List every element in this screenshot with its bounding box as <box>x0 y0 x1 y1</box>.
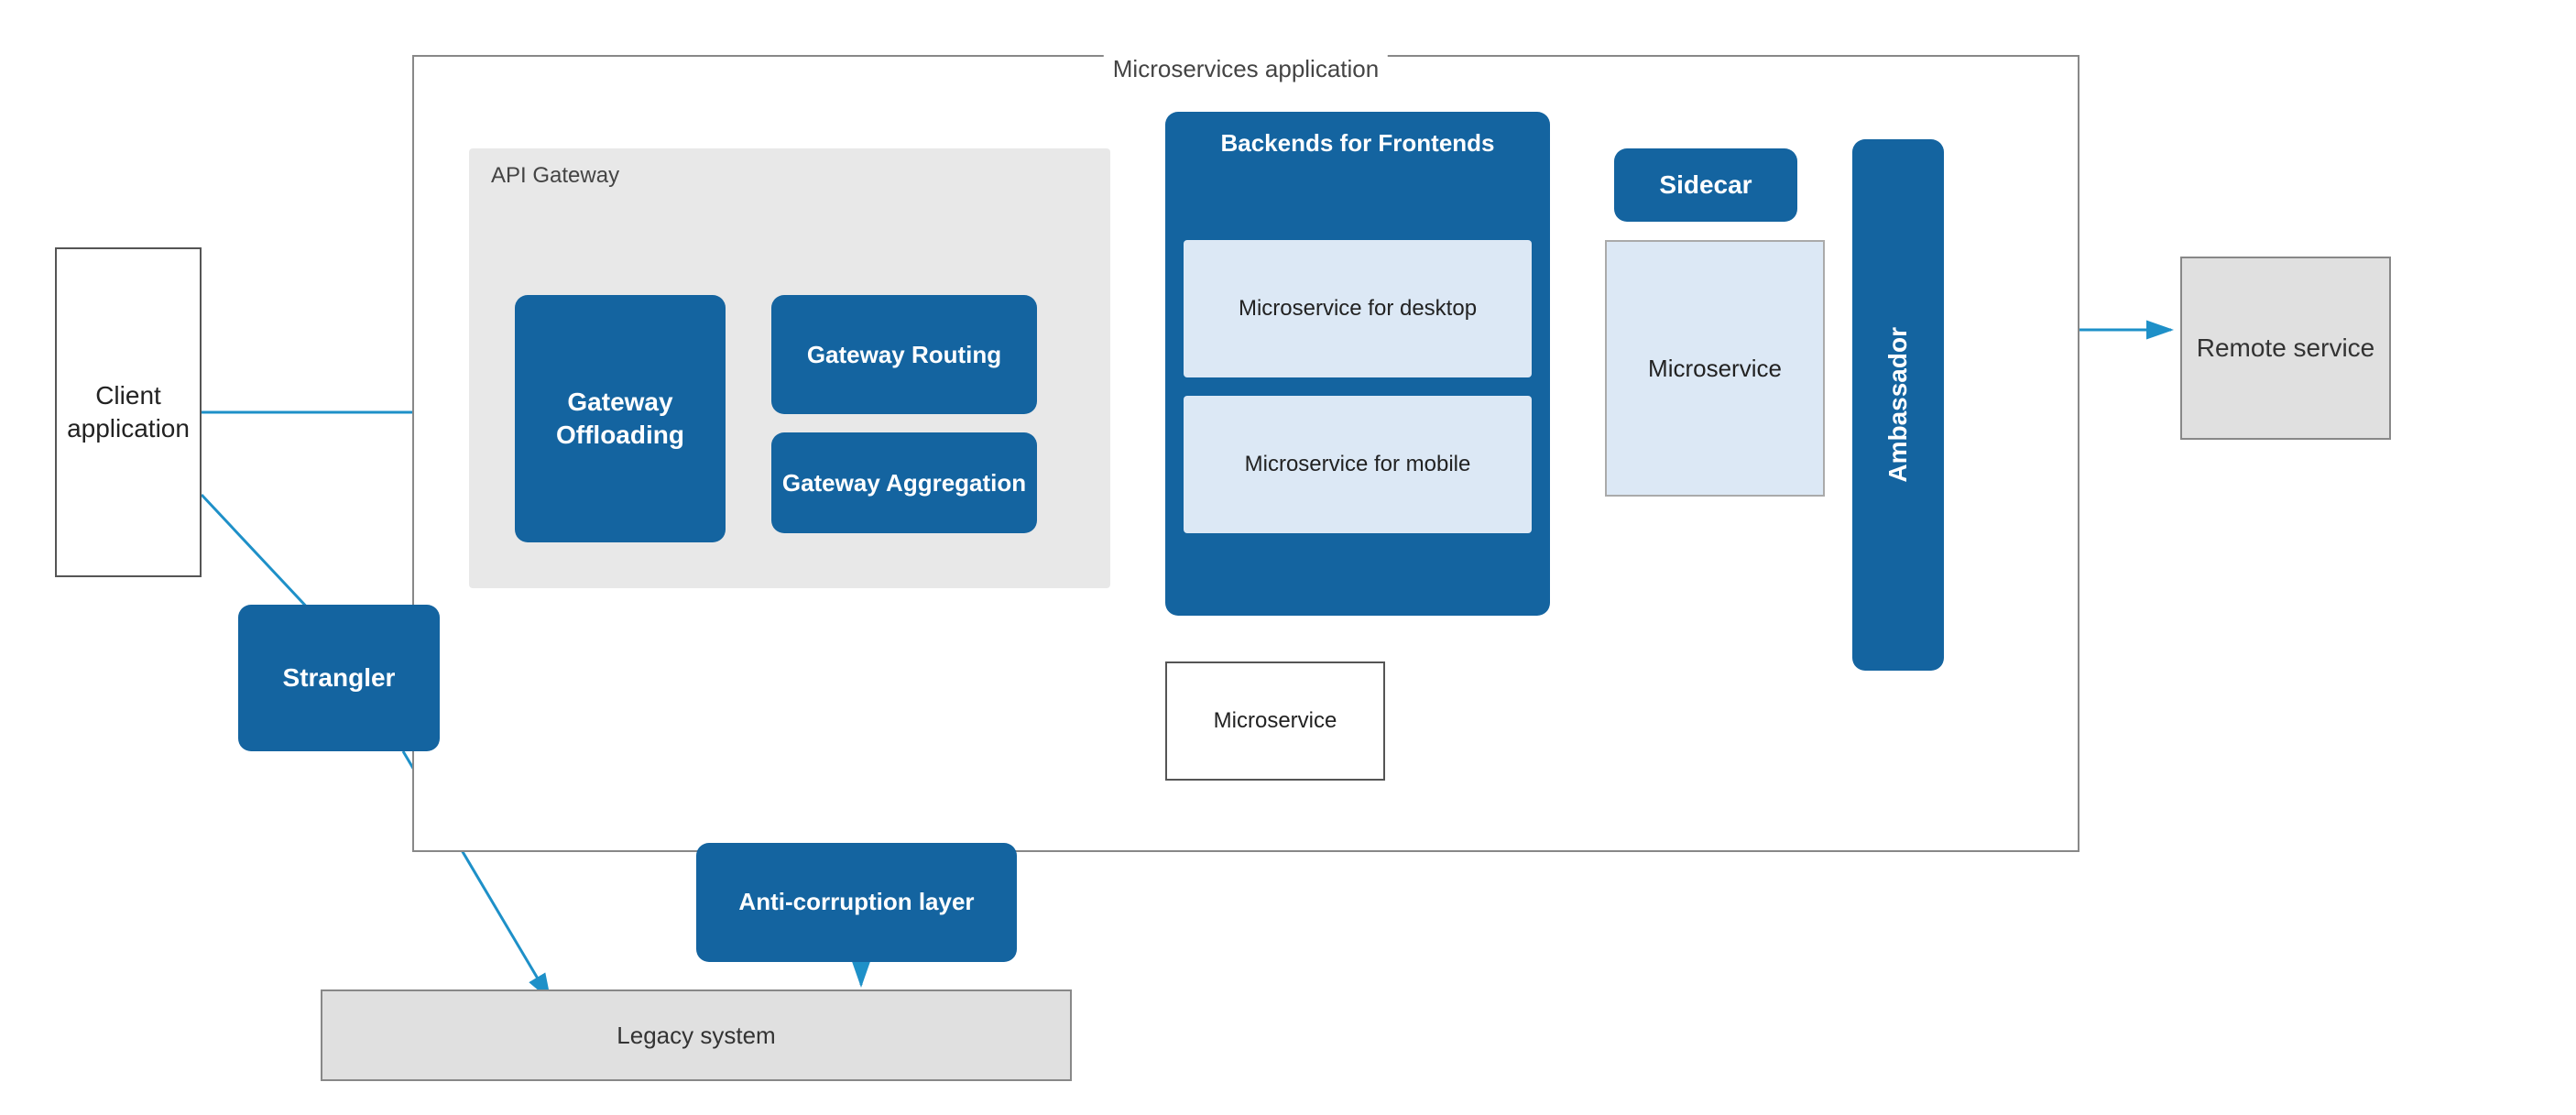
microservice-lower-label: Microservice <box>1214 708 1337 734</box>
legacy-system-label: Legacy system <box>617 1022 775 1050</box>
sidecar-label: Sidecar <box>1659 170 1752 200</box>
client-application-label: Client application <box>57 379 200 446</box>
gateway-routing-label: Gateway Routing <box>807 341 1001 369</box>
strangler-box: Strangler <box>238 605 440 751</box>
ms-desktop-box: Microservice for desktop <box>1184 240 1532 377</box>
client-application-box: Client application <box>55 247 202 577</box>
remote-service-label: Remote service <box>2197 332 2375 365</box>
microservice-center-box: Microservice <box>1605 240 1825 497</box>
api-gateway-label: API Gateway <box>491 163 619 189</box>
microservice-lower-box: Microservice <box>1165 661 1385 781</box>
microservices-app-box: Microservices application API Gateway Ga… <box>412 55 2079 852</box>
ambassador-box: Ambassador <box>1852 139 1944 671</box>
gateway-offloading-label: Gateway Offloading <box>515 386 726 453</box>
sidecar-box: Sidecar <box>1614 148 1797 222</box>
gateway-aggregation-box: Gateway Aggregation <box>771 432 1037 533</box>
diagram-container: Client application Microservices applica… <box>0 0 2576 1115</box>
legacy-system-box: Legacy system <box>321 989 1072 1081</box>
microservice-center-label: Microservice <box>1648 355 1782 383</box>
ambassador-label: Ambassador <box>1883 327 1913 483</box>
remote-service-box: Remote service <box>2180 257 2391 440</box>
ms-desktop-label: Microservice for desktop <box>1239 294 1477 322</box>
anti-corruption-box: Anti-corruption layer <box>696 843 1017 962</box>
ms-mobile-box: Microservice for mobile <box>1184 396 1532 533</box>
backends-frontends-label: Backends for Frontends <box>1165 128 1550 159</box>
microservices-app-label: Microservices application <box>1104 55 1388 83</box>
gateway-offloading-box: Gateway Offloading <box>515 295 726 542</box>
gateway-aggregation-label: Gateway Aggregation <box>782 469 1026 497</box>
strangler-label: Strangler <box>283 663 396 693</box>
backends-frontends-box: Backends for Frontends Microservice for … <box>1165 112 1550 616</box>
anti-corruption-label: Anti-corruption layer <box>738 887 974 918</box>
gateway-routing-box: Gateway Routing <box>771 295 1037 414</box>
api-gateway-box: API Gateway Gateway Offloading Gateway R… <box>469 148 1110 588</box>
ms-mobile-label: Microservice for mobile <box>1245 450 1471 478</box>
